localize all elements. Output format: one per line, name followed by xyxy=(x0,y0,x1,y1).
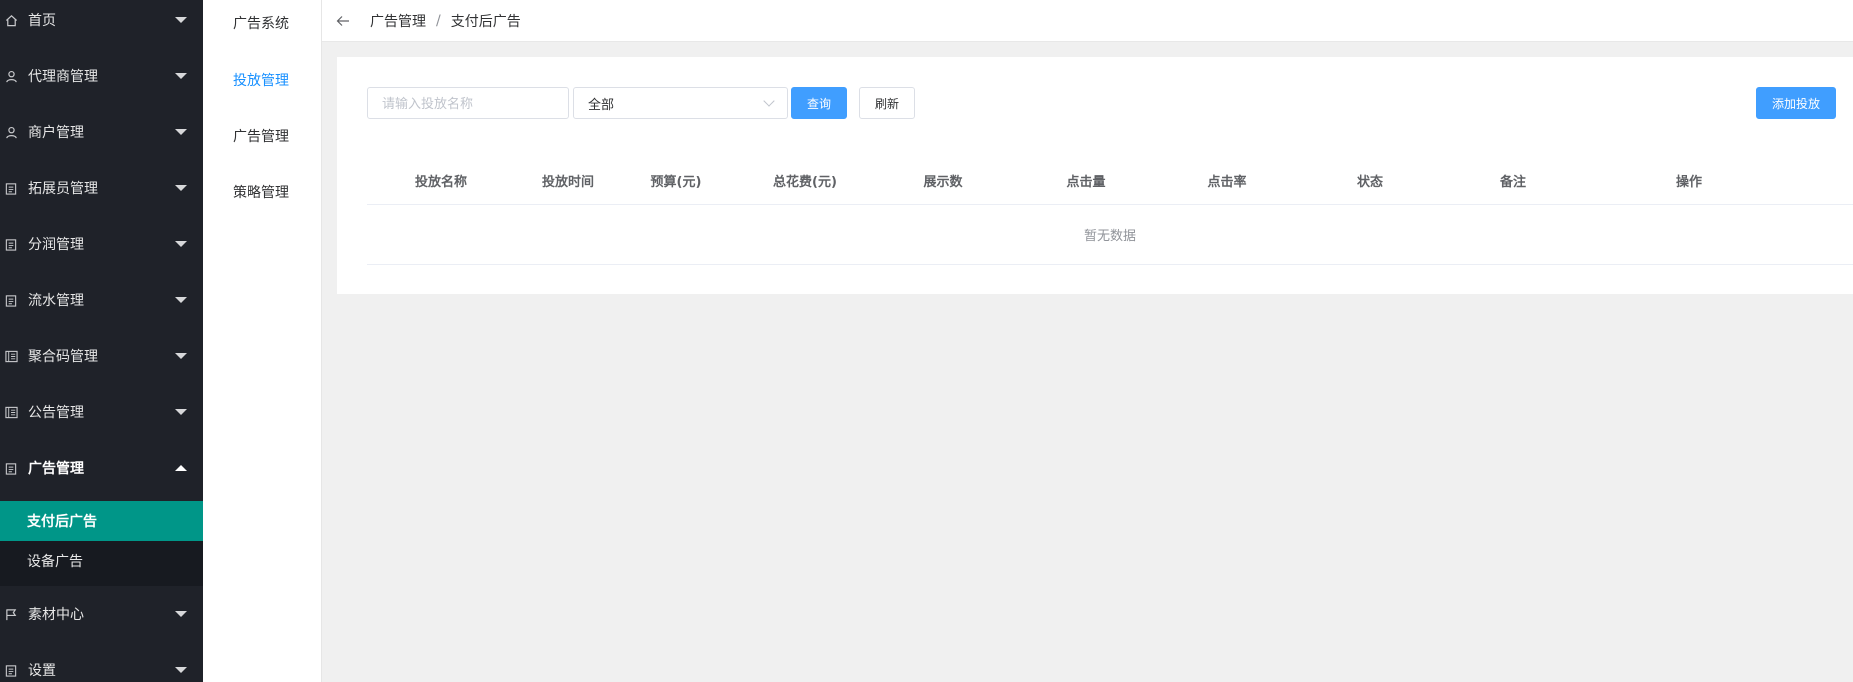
sidebar-item-profit-sharing[interactable]: 分润管理 xyxy=(0,216,203,272)
column-header: 状态 xyxy=(1356,174,1383,190)
column-header: 预算(元) xyxy=(650,174,702,190)
column-header: 点击量 xyxy=(1066,174,1106,190)
sidebar-item-home[interactable]: 首页 xyxy=(0,0,203,48)
sidebar-item-label: 代理商管理 xyxy=(28,69,98,85)
placement-name-input[interactable] xyxy=(367,87,569,119)
refresh-button[interactable]: 刷新 xyxy=(859,87,915,119)
clipboard-icon xyxy=(4,293,18,307)
clipboard-icon xyxy=(4,181,18,195)
clipboard-icon xyxy=(4,461,18,475)
chevron-down-icon xyxy=(175,185,187,191)
query-button[interactable]: 查询 xyxy=(791,87,847,119)
add-placement-button[interactable]: 添加投放 xyxy=(1756,87,1836,119)
chevron-down-icon xyxy=(175,353,187,359)
clipboard-icon xyxy=(4,663,18,677)
secondary-nav: 广告系统 投放管理 广告管理 策略管理 xyxy=(203,0,322,682)
chevron-up-icon xyxy=(175,465,187,471)
subnav-item-ad-system[interactable]: 广告系统 xyxy=(233,13,289,33)
back-arrow-icon[interactable] xyxy=(336,14,350,28)
breadcrumb-separator: / xyxy=(436,12,441,29)
sidebar-item-material-center[interactable]: 素材中心 xyxy=(0,586,203,642)
chevron-down-icon xyxy=(175,129,187,135)
column-header: 投放名称 xyxy=(414,174,467,190)
table-header: 投放名称 投放时间 预算(元) 总花费(元) 展示数 点击量 点击率 状态 备注… xyxy=(367,155,1853,205)
sidebar-item-settings[interactable]: 设置 xyxy=(0,642,203,682)
status-select[interactable]: 全部 xyxy=(573,87,788,119)
submenu-item-post-payment-ads[interactable]: 支付后广告 xyxy=(0,501,203,541)
column-header: 备注 xyxy=(1499,174,1526,190)
document-icon xyxy=(4,405,18,419)
sidebar-item-label: 设置 xyxy=(28,663,56,679)
subnav-item-strategy-management[interactable]: 策略管理 xyxy=(233,182,289,202)
submenu-item-device-ads[interactable]: 设备广告 xyxy=(0,541,203,581)
chevron-down-icon xyxy=(763,95,775,107)
home-icon xyxy=(4,13,18,27)
content-card: 全部 查询 刷新 添加投放 投放名称 投放时间 预算(元) 总花费(元) 展示数… xyxy=(337,57,1853,294)
sidebar-item-label: 拓展员管理 xyxy=(28,181,98,197)
chevron-down-icon xyxy=(175,667,187,673)
sidebar-item-label: 首页 xyxy=(28,13,56,29)
clipboard-icon xyxy=(4,237,18,251)
header-bar: 广告管理 / 支付后广告 xyxy=(322,0,1853,42)
column-header: 投放时间 xyxy=(541,174,594,190)
column-header: 总花费(元) xyxy=(773,174,837,190)
chevron-down-icon xyxy=(175,297,187,303)
breadcrumb-parent[interactable]: 广告管理 xyxy=(370,11,426,31)
flag-icon xyxy=(4,607,18,621)
ads-submenu: 支付后广告 设备广告 xyxy=(0,501,203,586)
sidebar-item-transactions[interactable]: 流水管理 xyxy=(0,272,203,328)
column-header: 展示数 xyxy=(923,174,963,190)
user-icon xyxy=(4,69,18,83)
chevron-down-icon xyxy=(175,241,187,247)
sidebar: 首页 代理商管理 商户管理 拓展员管理 分润管理 流水管理 聚合码管理 公告管理 xyxy=(0,0,203,682)
table-empty-text: 暂无数据 xyxy=(367,205,1853,265)
sidebar-item-agents[interactable]: 代理商管理 xyxy=(0,48,203,104)
sidebar-item-label: 素材中心 xyxy=(28,607,84,623)
sidebar-item-label: 公告管理 xyxy=(28,405,84,421)
sidebar-item-label: 流水管理 xyxy=(28,293,84,309)
subnav-item-placement-management[interactable]: 投放管理 xyxy=(233,70,289,90)
sidebar-item-aggregate-codes[interactable]: 聚合码管理 xyxy=(0,328,203,384)
breadcrumb-current: 支付后广告 xyxy=(450,13,521,30)
chevron-down-icon xyxy=(175,73,187,79)
column-header: 操作 xyxy=(1675,174,1702,190)
document-icon xyxy=(4,349,18,363)
sidebar-item-ads[interactable]: 广告管理 xyxy=(0,440,203,496)
sidebar-item-label: 广告管理 xyxy=(28,461,84,477)
chevron-down-icon xyxy=(175,17,187,23)
sidebar-item-announcements[interactable]: 公告管理 xyxy=(0,384,203,440)
user-icon xyxy=(4,125,18,139)
subnav-item-ad-management[interactable]: 广告管理 xyxy=(233,126,289,146)
sidebar-item-label: 商户管理 xyxy=(28,125,84,141)
column-header: 点击率 xyxy=(1207,174,1247,190)
chevron-down-icon xyxy=(175,611,187,617)
chevron-down-icon xyxy=(175,409,187,415)
sidebar-item-merchants[interactable]: 商户管理 xyxy=(0,104,203,160)
sidebar-item-label: 聚合码管理 xyxy=(28,349,98,365)
status-select-value: 全部 xyxy=(588,97,615,113)
sidebar-item-label: 分润管理 xyxy=(28,237,84,253)
sidebar-item-promoters[interactable]: 拓展员管理 xyxy=(0,160,203,216)
